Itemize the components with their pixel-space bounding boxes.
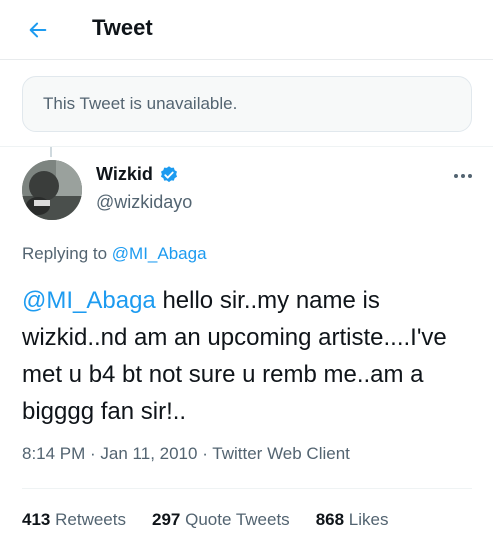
thread-connector-line [50, 147, 52, 157]
divider [22, 488, 472, 489]
page-title: Tweet [92, 15, 153, 40]
tweet-stats: 413 Retweets 297 Quote Tweets 868 Likes [22, 510, 388, 530]
tweet-source[interactable]: Twitter Web Client [212, 444, 350, 463]
top-bar: Tweet [0, 0, 493, 60]
tweet-time[interactable]: 8:14 PM [22, 444, 85, 463]
replying-prefix: Replying to [22, 244, 112, 263]
verified-badge-icon [160, 165, 177, 182]
unavailable-tweet-notice: This Tweet is unavailable. [22, 76, 472, 132]
replying-to-link[interactable]: @MI_Abaga [112, 244, 207, 263]
tweet-text: @MI_Abaga hello sir..my name is wizkid..… [22, 282, 477, 430]
author-name-row[interactable]: Wizkid [96, 164, 179, 185]
more-options-button[interactable] [448, 166, 478, 186]
likes-count: 868 [315, 510, 345, 529]
quote-tweets-count: 297 [151, 510, 181, 529]
meta-separator: · [85, 444, 101, 463]
divider [0, 146, 493, 147]
unavailable-text: This Tweet is unavailable. [43, 94, 238, 113]
likes-stat[interactable]: 868 Likes [316, 510, 389, 530]
tweet-date[interactable]: Jan 11, 2010 [100, 444, 197, 463]
tweet-meta: 8:14 PM · Jan 11, 2010 · Twitter Web Cli… [22, 444, 350, 464]
likes-label: Likes [348, 510, 389, 529]
author-display-name[interactable]: Wizkid [96, 164, 153, 185]
arrow-left-icon [29, 22, 47, 38]
mention-link[interactable]: @MI_Abaga [22, 287, 156, 314]
retweets-label: Retweets [55, 510, 126, 529]
meta-separator: · [197, 444, 213, 463]
quote-tweets-label: Quote Tweets [185, 510, 290, 529]
author-handle[interactable]: @wizkidayo [96, 192, 192, 213]
avatar-image [22, 160, 82, 220]
more-dots-icon [454, 174, 472, 178]
back-button[interactable] [22, 14, 54, 46]
quote-tweets-stat[interactable]: 297 Quote Tweets [152, 510, 290, 530]
retweets-count: 413 [22, 510, 51, 529]
replying-to-line: Replying to @MI_Abaga [22, 244, 207, 264]
avatar[interactable] [22, 160, 82, 220]
retweets-stat[interactable]: 413 Retweets [22, 510, 126, 530]
